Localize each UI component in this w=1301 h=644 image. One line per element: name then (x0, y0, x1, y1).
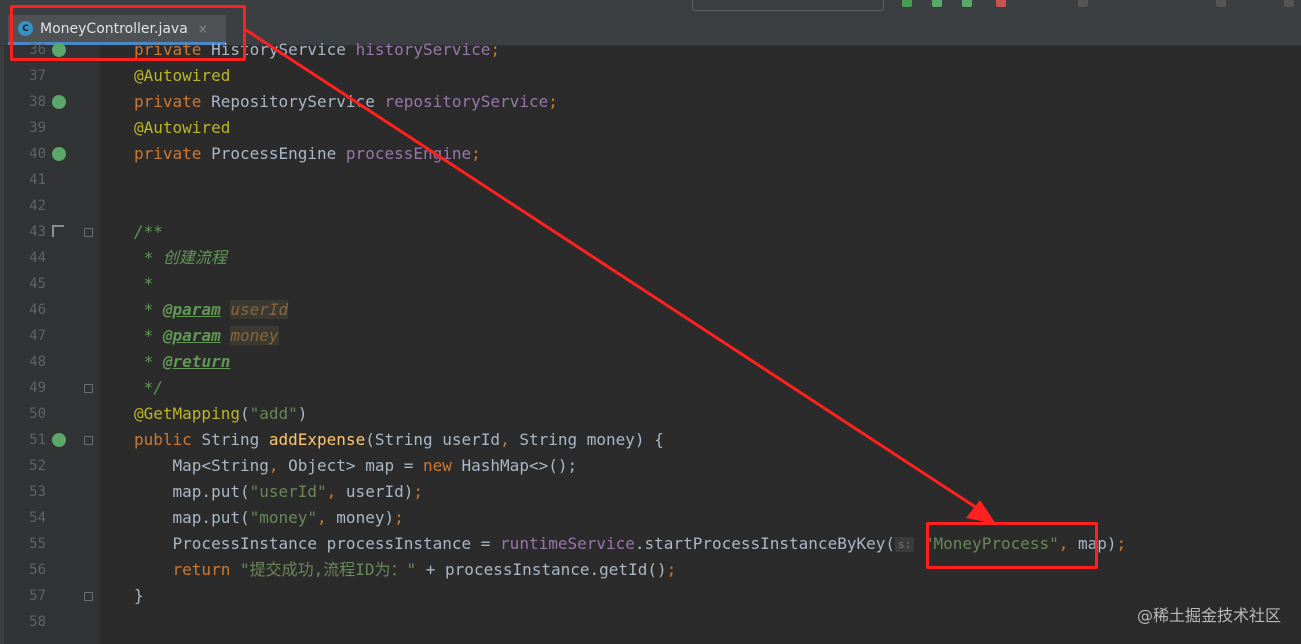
annotation-arrow (245, 28, 996, 524)
watermark: @稀土掘金技术社区 (1136, 606, 1281, 625)
